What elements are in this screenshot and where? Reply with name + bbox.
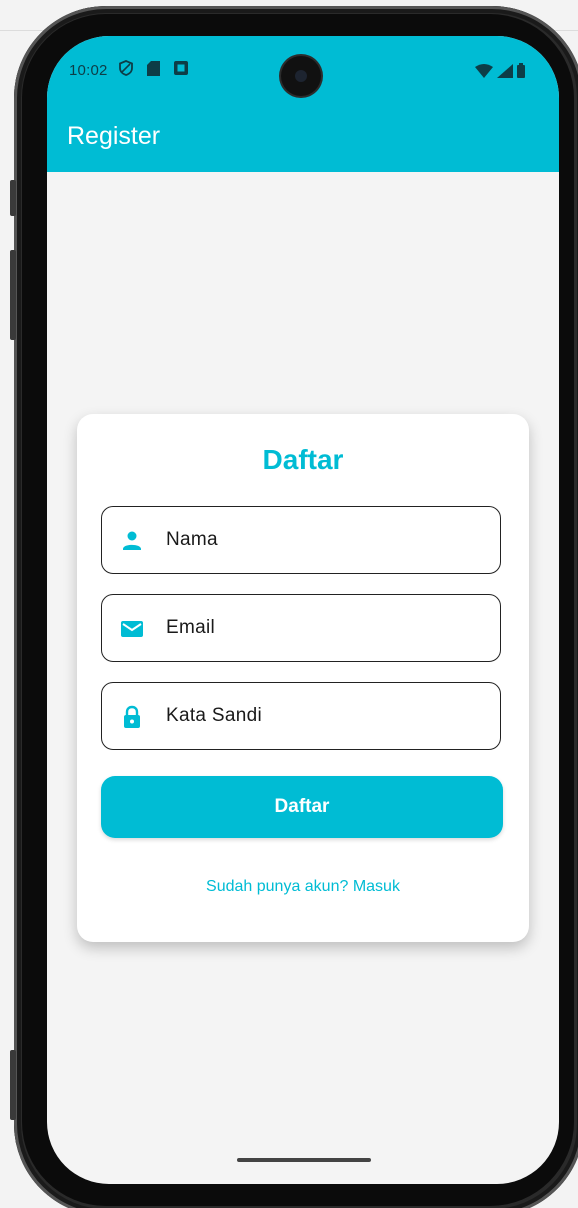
login-link[interactable]: Sudah punya akun? Masuk xyxy=(77,878,529,896)
wifi-icon xyxy=(475,63,493,78)
lock-icon xyxy=(124,705,140,728)
notification-icon xyxy=(174,61,188,75)
app-bar-title: Register xyxy=(67,122,161,150)
card-title: Daftar xyxy=(262,444,344,475)
home-indicator[interactable] xyxy=(237,1158,371,1162)
volume-button xyxy=(10,250,16,340)
signal-icon xyxy=(497,63,513,78)
status-time: 10:02 xyxy=(69,62,108,79)
email-field-placeholder: Email xyxy=(166,617,216,638)
register-card: Daftar Nama Email Kata Sandi Daftar Suda… xyxy=(77,414,529,942)
side-button-lower xyxy=(10,1050,16,1120)
front-camera xyxy=(281,56,321,96)
name-field-placeholder: Nama xyxy=(166,529,218,550)
screenshot-stage: 10:02 Register Daftar Nama Email Kata Sa… xyxy=(0,0,578,1208)
shield-icon xyxy=(119,60,133,76)
app-bar: 10:02 Register xyxy=(47,36,559,172)
side-button xyxy=(10,180,16,216)
status-left-icons xyxy=(119,60,188,76)
email-field[interactable]: Email xyxy=(101,594,501,662)
person-icon xyxy=(123,531,141,550)
phone-screen: 10:02 Register Daftar Nama Email Kata Sa… xyxy=(47,36,559,1184)
register-button[interactable]: Daftar xyxy=(101,776,503,838)
password-field[interactable]: Kata Sandi xyxy=(101,682,501,750)
status-right-icons xyxy=(475,63,525,78)
name-field[interactable]: Nama xyxy=(101,506,501,574)
email-icon xyxy=(121,621,143,637)
password-field-placeholder: Kata Sandi xyxy=(166,705,262,726)
sd-card-icon xyxy=(147,60,160,76)
battery-icon xyxy=(517,63,525,78)
